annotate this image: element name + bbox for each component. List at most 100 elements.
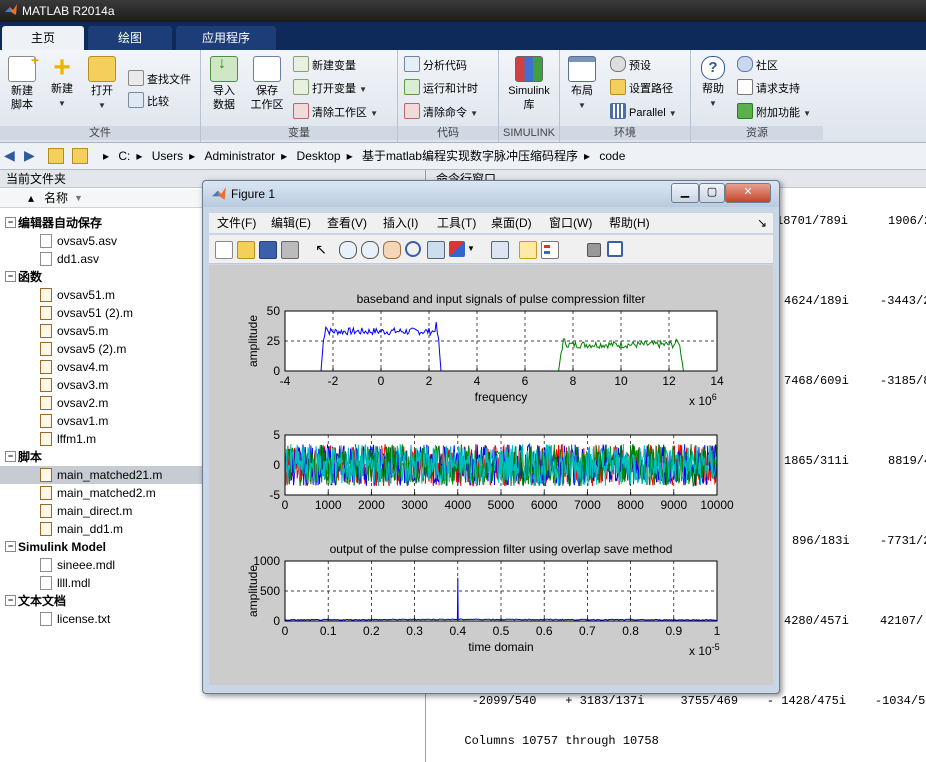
new-figure-icon[interactable]: [215, 241, 233, 259]
browse-folder-icon[interactable]: [72, 148, 88, 164]
x-tick-label: 0.9: [665, 624, 682, 638]
request-support-button[interactable]: 请求支持: [737, 79, 800, 97]
clear-commands-button[interactable]: 清除命令 ▼: [404, 103, 478, 121]
minimize-button[interactable]: ▁: [671, 183, 699, 203]
forward-arrow-icon[interactable]: ▶: [24, 147, 35, 164]
breadcrumb-item[interactable]: Administrator: [204, 149, 275, 163]
ribbon-group-variable: ↓ 导入 数据 保存 工作区 新建变量 打开变量 ▼ 清除工作区 ▼ 变量: [201, 50, 398, 142]
help-button[interactable]: ? 帮助 ▼: [695, 56, 731, 111]
plot-area[interactable]: -4 -2 0 2 4 6 8 10 12 1402550baseband and input s…: [209, 265, 773, 685]
tab-apps[interactable]: 应用程序: [176, 26, 276, 50]
figure-canvas[interactable]: -4 -2 0 2 4 6 8 10 12 14 0 25 50 baseband and input s…: [209, 265, 773, 685]
set-path-button[interactable]: 设置路径: [610, 79, 673, 97]
show-plot-tools-icon[interactable]: [607, 241, 623, 257]
add-ons-button[interactable]: 附加功能 ▼: [737, 103, 811, 121]
m-file-icon: [40, 378, 52, 392]
ribbon-group-code: 分析代码 运行和计时 清除命令 ▼ 代码: [398, 50, 499, 142]
new-variable-label: 新建变量: [312, 60, 356, 72]
collapse-toggle-icon[interactable]: −: [5, 541, 16, 552]
new-button[interactable]: + 新建 ▼: [44, 53, 80, 111]
breadcrumb-item[interactable]: 基于matlab编程实现数字脉冲压缩码程序: [362, 149, 578, 163]
open-button[interactable]: 打开 ▼: [84, 56, 120, 113]
file-item-label: lffm1.m: [57, 432, 97, 446]
run-and-time-button[interactable]: 运行和计时: [404, 79, 478, 97]
figure-title: Figure 1: [231, 187, 276, 201]
file-item-label: 脚本: [18, 450, 43, 464]
breadcrumb-item[interactable]: code: [599, 149, 625, 163]
x-tick-label: 6000: [531, 498, 558, 512]
save-icon[interactable]: [259, 241, 277, 259]
breadcrumb-item[interactable]: Desktop: [297, 149, 341, 163]
menu-tools[interactable]: 工具(T): [437, 213, 476, 233]
menu-insert[interactable]: 插入(I): [383, 213, 418, 233]
menu-window[interactable]: 窗口(W): [549, 213, 592, 233]
tab-plots[interactable]: 绘图: [88, 26, 172, 50]
tab-home[interactable]: 主页: [2, 26, 84, 50]
compare-button[interactable]: 比较: [128, 92, 169, 110]
file-item-label: llll.mdl: [57, 576, 91, 590]
pointer-icon[interactable]: ↖: [313, 241, 329, 257]
community-button[interactable]: 社区: [737, 56, 778, 74]
pan-hand-icon[interactable]: [383, 241, 401, 259]
analyze-code-button[interactable]: 分析代码: [404, 56, 467, 74]
maximize-button[interactable]: ▢: [699, 183, 725, 203]
open-variable-button[interactable]: 打开变量 ▼: [293, 79, 367, 97]
colorbar-icon[interactable]: [519, 241, 537, 259]
print-icon[interactable]: [281, 241, 299, 259]
column-dropdown-icon[interactable]: ▼: [74, 189, 83, 207]
menu-file[interactable]: 文件(F): [217, 213, 256, 233]
m-file-icon: [40, 306, 52, 320]
menu-desktop[interactable]: 桌面(D): [491, 213, 532, 233]
x-tick-label: 0.5: [493, 624, 510, 638]
x-axis-label: time domain: [468, 640, 533, 654]
help-dropdown-icon: ▼: [709, 99, 717, 108]
rotate-3d-icon[interactable]: [405, 241, 421, 257]
brush-icon[interactable]: [449, 241, 465, 257]
new-script-button[interactable]: + 新建 脚本: [4, 53, 40, 112]
preferences-button[interactable]: 预设: [610, 56, 651, 74]
breadcrumb-separator-icon: ▸: [346, 149, 353, 163]
figure-window[interactable]: Figure 1 ▁ ▢ ✕ 文件(F) 编辑(E) 查看(V) 插入(I) 工…: [202, 180, 780, 694]
menu-edit[interactable]: 编辑(E): [271, 213, 311, 233]
menu-help[interactable]: 帮助(H): [609, 213, 650, 233]
close-button[interactable]: ✕: [725, 183, 771, 203]
zoom-in-icon[interactable]: [339, 241, 357, 259]
command-output-line: 42107/: [880, 614, 924, 628]
breadcrumb-item[interactable]: Users: [152, 149, 183, 163]
open-file-icon[interactable]: [237, 241, 255, 259]
group-label-simulink: SIMULINK: [499, 126, 559, 140]
request-support-icon: [737, 79, 753, 95]
collapse-toggle-icon[interactable]: −: [5, 217, 16, 228]
zoom-out-icon[interactable]: [361, 241, 379, 259]
command-output-line: 1906/2: [888, 214, 926, 228]
figure-title-bar[interactable]: Figure 1 ▁ ▢ ✕: [203, 181, 779, 207]
up-folder-icon[interactable]: [48, 148, 64, 164]
new-variable-button[interactable]: 新建变量: [293, 56, 356, 74]
import-data-button[interactable]: ↓ 导入 数据: [205, 56, 243, 112]
collapse-toggle-icon[interactable]: −: [5, 595, 16, 606]
save-workspace-button[interactable]: 保存 工作区: [245, 56, 289, 112]
clear-workspace-button[interactable]: 清除工作区 ▼: [293, 103, 378, 121]
breadcrumb[interactable]: ▸ C: ▸ Users ▸ Administrator ▸ Desktop ▸ 基于m…: [100, 147, 628, 165]
subplot-3: 0 0.1 0.2 0.3 0.4 0.5 0.6 0.7 0.8 0.9 105001000out…: [246, 542, 721, 658]
brush-dropdown-icon[interactable]: ▼: [467, 241, 475, 257]
hide-plot-tools-icon[interactable]: [587, 243, 601, 257]
find-files-button[interactable]: 查找文件: [128, 70, 191, 88]
link-plot-icon[interactable]: [491, 241, 509, 259]
collapse-toggle-icon[interactable]: −: [5, 271, 16, 282]
collapse-toggle-icon[interactable]: −: [5, 451, 16, 462]
dock-arrow-icon[interactable]: ↘: [757, 213, 767, 233]
import-data-label: 导入 数据: [213, 85, 235, 111]
legend-icon[interactable]: [541, 241, 559, 259]
layout-button[interactable]: 布局 ▼: [564, 56, 600, 113]
y-tick-label: 0: [273, 614, 280, 628]
data-cursor-icon[interactable]: [427, 241, 445, 259]
file-item-label: ovsav1.m: [57, 414, 109, 428]
parallel-button[interactable]: Parallel ▼: [610, 103, 677, 121]
breadcrumb-item[interactable]: C:: [118, 149, 130, 163]
menu-view[interactable]: 查看(V): [327, 213, 367, 233]
back-arrow-icon[interactable]: ◀: [4, 147, 15, 164]
simulink-library-icon: [515, 56, 543, 82]
x-axis-multiplier: x 10-5: [689, 642, 720, 658]
simulink-library-button[interactable]: Simulink 库: [503, 56, 555, 112]
